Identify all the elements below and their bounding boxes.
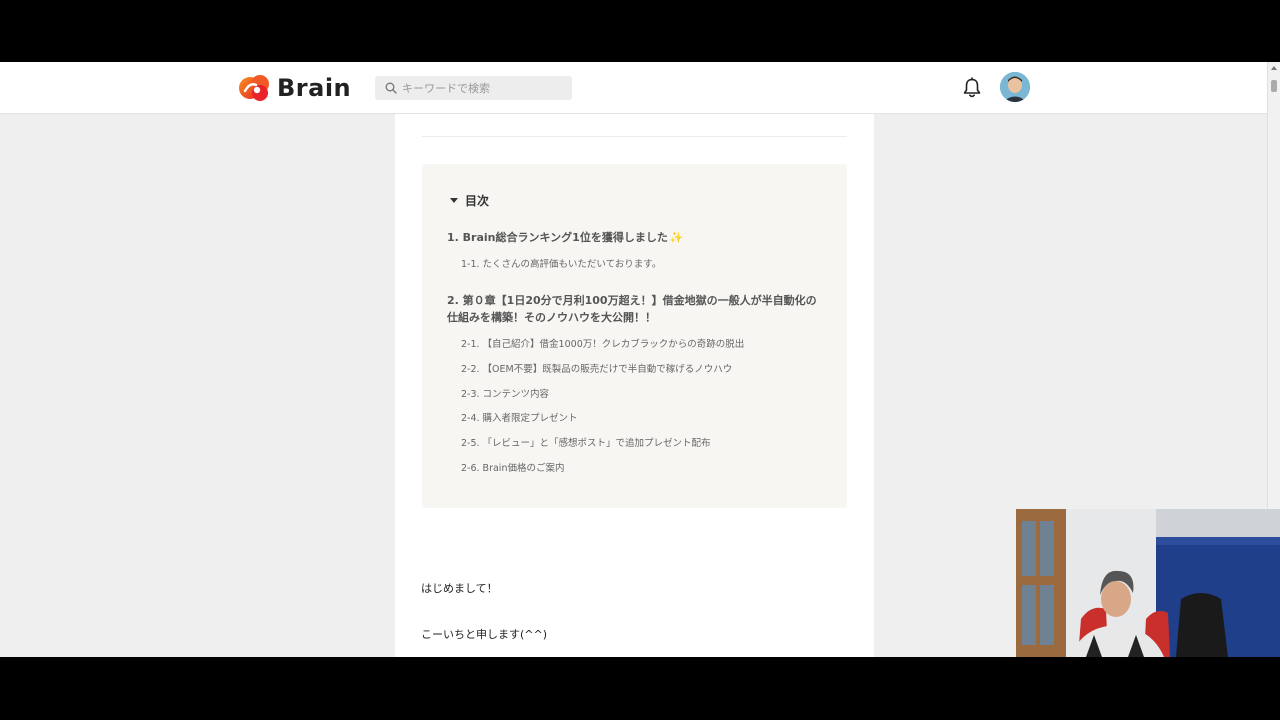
toc-item-2-5[interactable]: 2-5. 「レビュー」と「感想ポスト」で追加プレゼント配布 bbox=[461, 435, 711, 449]
search-input[interactable] bbox=[402, 81, 562, 95]
webcam-scene-image bbox=[1016, 509, 1280, 657]
caret-down-icon bbox=[450, 198, 458, 203]
toc-item-2[interactable]: 2. 第０章【1日20分で月利100万超え！】借金地獄の一般人が半自動化の仕組み… bbox=[447, 292, 827, 326]
avatar-portrait-icon bbox=[1000, 72, 1030, 102]
scroll-up-arrow-icon[interactable] bbox=[1271, 66, 1277, 70]
article-body: 目次 1. Brain総合ランキング1位を獲得しました ✨ 1-1. たくさんの高… bbox=[395, 114, 874, 657]
toc-item-2-1[interactable]: 2-1. 【自己紹介】借金1000万！クレカブラックからの奇跡の脱出 bbox=[461, 336, 744, 350]
toc-title: 目次 bbox=[465, 194, 490, 208]
browser-viewport: Brain キーワードで検索 目次 1. Brain総合ランキング1位を獲得しま… bbox=[0, 62, 1280, 657]
search-icon bbox=[385, 82, 397, 94]
site-header: Brain bbox=[0, 62, 1268, 114]
paragraph-greeting: はじめまして！ bbox=[421, 582, 498, 595]
user-avatar[interactable] bbox=[1000, 72, 1030, 102]
search-box[interactable] bbox=[375, 76, 572, 100]
brain-logo-icon bbox=[239, 75, 269, 101]
brain-logo[interactable]: Brain bbox=[239, 74, 351, 102]
scroll-thumb[interactable] bbox=[1271, 80, 1277, 92]
sparkle-icon: ✨ bbox=[669, 231, 684, 244]
webcam-overlay bbox=[1016, 509, 1280, 657]
toc-toggle[interactable]: 目次 bbox=[450, 192, 489, 209]
table-of-contents: 目次 1. Brain総合ランキング1位を獲得しました ✨ 1-1. たくさんの高… bbox=[422, 164, 847, 508]
toc-item-2-3[interactable]: 2-3. コンテンツ内容 bbox=[461, 386, 549, 400]
notification-bell-icon[interactable] bbox=[962, 77, 982, 99]
toc-item-2-4[interactable]: 2-4. 購入者限定プレゼント bbox=[461, 410, 578, 424]
paragraph-intro: こーいちと申します(^^) bbox=[421, 628, 548, 641]
toc-item-1-1[interactable]: 1-1. たくさんの高評価もいただいております。 bbox=[461, 256, 661, 270]
toc-item-label: 1. Brain総合ランキング1位を獲得しました bbox=[447, 231, 668, 244]
toc-item-1[interactable]: 1. Brain総合ランキング1位を獲得しました ✨ bbox=[447, 229, 827, 246]
brand-name: Brain bbox=[277, 74, 352, 102]
divider bbox=[422, 136, 847, 137]
toc-item-2-2[interactable]: 2-2. 【OEM不要】既製品の販売だけで半自動で稼げるノウハウ bbox=[461, 361, 732, 375]
toc-item-2-6[interactable]: 2-6. Brain価格のご案内 bbox=[461, 460, 564, 474]
